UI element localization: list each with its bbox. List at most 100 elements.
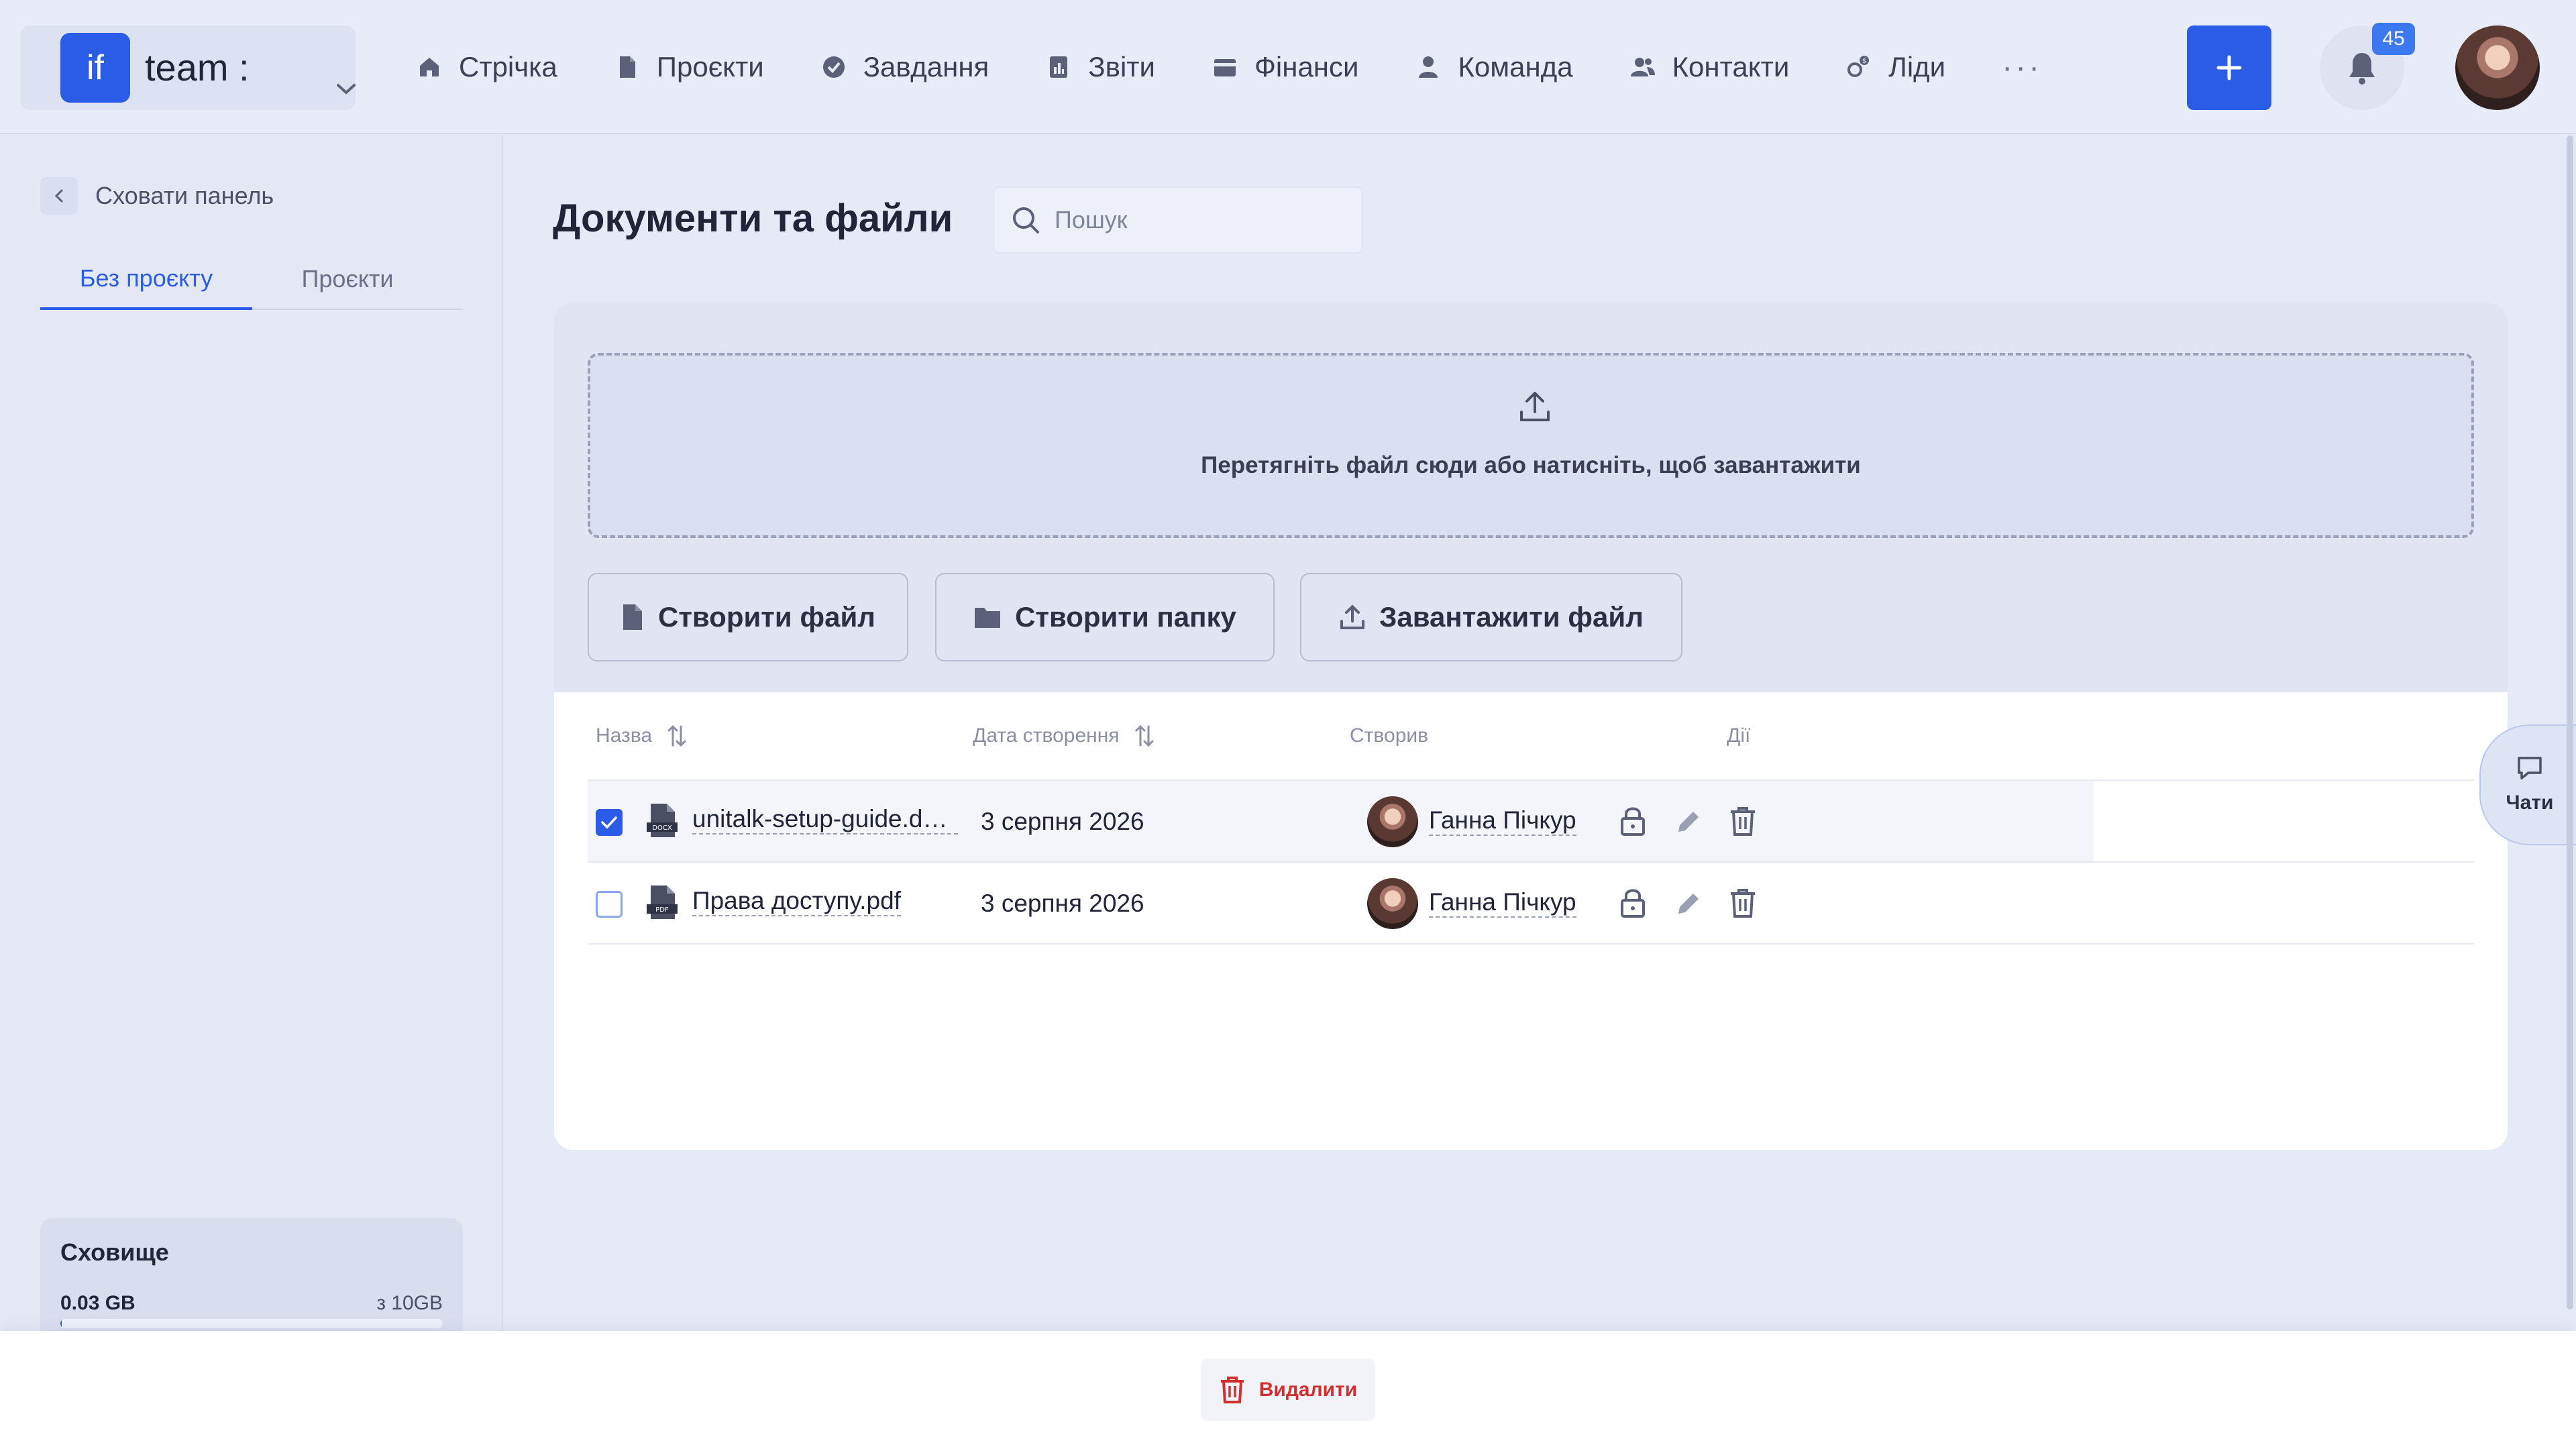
storage-progress-fill — [60, 1319, 62, 1328]
tab-no-project[interactable]: Без проєкту — [40, 250, 252, 310]
sidebar: Сховати панель Без проєкту Проєкти Схови… — [0, 136, 503, 1449]
document-icon — [619, 56, 635, 78]
nav-item-contacts[interactable]: Контакти — [1629, 51, 1790, 83]
workspace-name: team : — [145, 46, 250, 89]
nav-item-team[interactable]: Команда — [1415, 51, 1573, 83]
storage-title: Сховище — [60, 1238, 169, 1266]
workspace-switcher[interactable]: if team : — [20, 25, 356, 110]
nav-item-feed[interactable]: Стрічка — [416, 51, 557, 83]
hide-panel-label: Сховати панель — [95, 182, 274, 209]
workspace-logo: if — [60, 33, 130, 103]
bell-icon — [2349, 53, 2375, 85]
file-dropzone[interactable]: Перетягніть файл сюди або натисніть, щоб… — [588, 353, 2474, 538]
nav-more-button[interactable]: ··· — [2002, 49, 2042, 86]
column-header-actions: Дії — [1727, 692, 1750, 780]
edit-icon[interactable] — [1673, 805, 1703, 837]
svg-text:PDF: PDF — [655, 906, 669, 914]
column-header-label: Назва — [596, 724, 653, 747]
folder-icon — [975, 608, 1001, 628]
bulk-actions-bar: Видалити — [0, 1331, 2576, 1449]
plus-icon — [2216, 55, 2242, 80]
storage-values: 0.03 GB з 10GB — [60, 1292, 443, 1315]
nav-item-label: Звіти — [1088, 51, 1155, 83]
create-file-label: Створити файл — [658, 601, 875, 633]
column-header-label: Створив — [1350, 724, 1429, 747]
row-checkbox[interactable] — [596, 891, 623, 918]
column-header-date[interactable]: Дата створення — [973, 692, 1155, 780]
docx-file-icon: DOCX — [647, 804, 678, 837]
file-date: 3 серпня 2026 — [981, 808, 1144, 835]
table-row[interactable]: DOCX unitalk-setup-guide.docx 3 серпня 2… — [588, 781, 2474, 863]
tab-projects[interactable]: Проєкти — [252, 250, 443, 309]
wallet-icon — [1214, 59, 1236, 76]
top-navigation-bar: if team : Стрічка Проєкти Завдання Звіти… — [0, 0, 2576, 134]
sort-icon[interactable] — [667, 724, 687, 748]
upload-file-button[interactable]: Завантажити файл — [1300, 573, 1682, 661]
create-folder-button[interactable]: Створити папку — [935, 573, 1275, 661]
lock-icon[interactable] — [1618, 887, 1648, 919]
leads-icon: $ — [1847, 56, 1870, 77]
main-navigation: Стрічка Проєкти Завдання Звіти Фінанси К… — [416, 0, 2042, 134]
upload-icon — [1340, 605, 1365, 629]
delete-button[interactable]: Видалити — [1201, 1359, 1375, 1421]
creator-avatar — [1367, 796, 1418, 847]
chevron-left-box — [40, 177, 78, 215]
nav-item-reports[interactable]: Звіти — [1045, 51, 1155, 83]
file-name-link[interactable]: Права доступу.pdf — [692, 887, 901, 916]
user-avatar[interactable] — [2455, 25, 2540, 110]
nav-item-label: Ліди — [1888, 51, 1946, 83]
storage-progress-bar — [60, 1319, 443, 1328]
column-header-name[interactable]: Назва — [596, 692, 687, 780]
nav-item-label: Контакти — [1672, 51, 1790, 83]
sidebar-tabs: Без проєкту Проєкти — [40, 250, 463, 310]
chats-label: Чати — [2506, 792, 2554, 814]
search-input[interactable] — [1055, 206, 1350, 234]
report-icon — [1050, 56, 1068, 78]
storage-capacity: з 10GB — [376, 1292, 443, 1314]
nav-item-label: Фінанси — [1254, 51, 1359, 83]
check-circle-icon — [822, 56, 845, 78]
chevron-left-icon — [54, 189, 63, 203]
nav-item-projects[interactable]: Проєкти — [614, 51, 764, 83]
notification-count-badge: 45 — [2372, 23, 2415, 55]
create-folder-label: Створити папку — [1015, 601, 1236, 633]
column-header-label: Дата створення — [973, 724, 1120, 747]
chevron-down-icon — [337, 84, 356, 95]
page-title: Документи та файли — [553, 197, 953, 240]
nav-item-label: Завдання — [863, 51, 989, 83]
nav-item-label: Стрічка — [459, 51, 557, 83]
lock-icon[interactable] — [1618, 805, 1648, 837]
add-button[interactable] — [2187, 25, 2271, 110]
nav-item-tasks[interactable]: Завдання — [820, 51, 989, 83]
user-icon — [1419, 56, 1438, 78]
file-name-link[interactable]: unitalk-setup-guide.docx — [692, 805, 958, 835]
table-row[interactable]: PDF Права доступу.pdf 3 серпня 2026 Ганн… — [588, 863, 2474, 945]
nav-item-finances[interactable]: Фінанси — [1212, 51, 1358, 83]
create-file-button[interactable]: Створити файл — [588, 573, 908, 661]
hide-panel-button[interactable]: Сховати панель — [40, 177, 274, 215]
svg-text:DOCX: DOCX — [652, 824, 672, 832]
creator-name-link[interactable]: Ганна Пічкур — [1429, 888, 1576, 918]
nav-item-leads[interactable]: $ Ліди — [1845, 51, 1945, 83]
scrollbar[interactable] — [2567, 136, 2573, 1309]
trash-icon — [1220, 1377, 1244, 1403]
creator-name-link[interactable]: Ганна Пічкур — [1429, 806, 1576, 836]
trash-icon[interactable] — [1728, 887, 1758, 919]
storage-used: 0.03 GB — [60, 1292, 136, 1314]
search-box[interactable] — [993, 186, 1363, 254]
sort-icon[interactable] — [1134, 724, 1155, 748]
svg-text:$: $ — [1862, 58, 1866, 65]
edit-icon[interactable] — [1673, 887, 1703, 919]
chats-button[interactable]: Чати — [2479, 724, 2576, 845]
trash-icon[interactable] — [1728, 805, 1758, 837]
files-table: Назва Дата створення Створив Дії DOCX un… — [554, 692, 2508, 1150]
home-icon — [420, 58, 439, 76]
upload-icon — [1520, 392, 1550, 421]
contacts-icon — [1630, 58, 1655, 76]
nav-item-label: Проєкти — [656, 51, 764, 83]
dropzone-text: Перетягніть файл сюди або натисніть, щоб… — [1201, 452, 1861, 478]
column-header-creator: Створив — [1350, 692, 1428, 780]
file-date: 3 серпня 2026 — [981, 890, 1144, 917]
row-checkbox[interactable] — [596, 809, 623, 836]
column-header-label: Дії — [1727, 724, 1751, 747]
